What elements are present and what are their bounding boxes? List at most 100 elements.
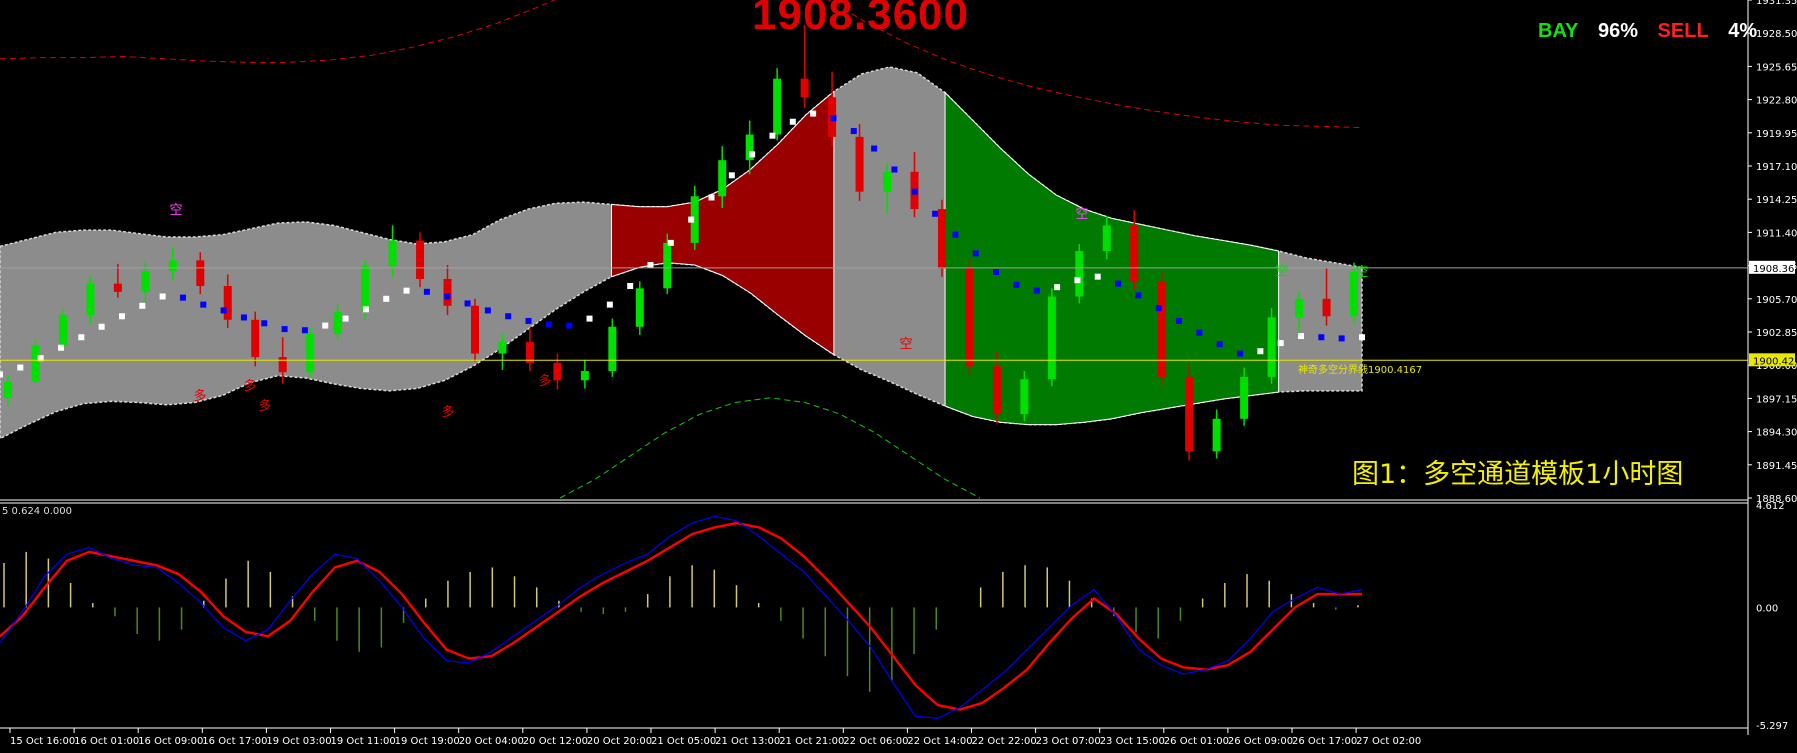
midline-point <box>972 250 979 257</box>
time-tick-label: 21 Oct 05:00 <box>651 736 716 747</box>
candle-body <box>278 357 287 373</box>
midline-point <box>464 300 471 307</box>
signal-marker: 多 <box>538 373 551 389</box>
midline-point <box>545 321 552 328</box>
signal-readout: BAY 96% SELL 4% <box>1538 20 1771 43</box>
candle-body <box>883 171 892 192</box>
midline-point <box>1135 292 1142 299</box>
midline-point <box>78 334 85 341</box>
divider-price-tag: 1900.42 <box>1753 356 1794 367</box>
time-tick-label: 19 Oct 11:00 <box>331 736 396 747</box>
candle-body <box>86 283 95 316</box>
midline-point <box>1318 334 1325 341</box>
time-tick-label: 26 Oct 09:00 <box>1228 736 1293 747</box>
candle-body <box>416 240 425 279</box>
midline-point <box>1298 333 1305 340</box>
midline-point <box>891 166 898 173</box>
midline-point <box>281 326 288 333</box>
current-price-tag: 1908.36 <box>1753 264 1794 275</box>
time-tick-label: 26 Oct 17:00 <box>1292 736 1357 747</box>
midline-point <box>362 306 369 313</box>
midline-point <box>932 210 939 217</box>
midline-point <box>952 231 959 238</box>
midline-point <box>1115 280 1122 287</box>
midline-point <box>240 314 247 321</box>
midline-point <box>444 293 451 300</box>
midline-point <box>1033 287 1040 294</box>
time-tick-label: 15 Oct 16:00 <box>10 736 75 747</box>
candle-body <box>1020 379 1029 415</box>
midline-point <box>57 344 64 351</box>
midline-point <box>139 302 146 309</box>
midline-point <box>0 371 3 378</box>
time-tick-label: 23 Oct 15:00 <box>1100 736 1165 747</box>
candle-body <box>1185 376 1194 452</box>
price-tick-label: 1902.85 <box>1756 328 1797 339</box>
midline-point <box>505 313 512 320</box>
current-price-display: 1908.3600 <box>752 0 969 39</box>
candle-body <box>223 285 232 320</box>
midline-point <box>98 323 105 330</box>
time-tick-label: 20 Oct 20:00 <box>587 736 652 747</box>
candle-body <box>965 268 974 367</box>
price-tick-label: 1914.25 <box>1756 195 1797 206</box>
candle-body <box>31 345 40 382</box>
price-chart[interactable]: 多多多 多多空空空空空 1931.351928.501925.651922.801… <box>0 0 1797 753</box>
candle-body <box>113 283 122 292</box>
chart-caption: 图1：多空通道模板1小时图 <box>1352 459 1684 490</box>
price-tick-label: 1925.65 <box>1756 62 1797 73</box>
midline-point <box>525 317 532 324</box>
midline-point <box>586 315 593 322</box>
time-tick-label: 19 Oct 03:00 <box>266 736 331 747</box>
candle-body <box>663 242 672 289</box>
oscillator-header: 5 0.624 0.000 <box>2 506 72 517</box>
candle-body <box>1322 298 1331 317</box>
time-tick-label: 16 Oct 09:00 <box>138 736 203 747</box>
midline-point <box>749 151 756 158</box>
candle-body <box>498 341 507 354</box>
time-tick-label: 19 Oct 19:00 <box>395 736 460 747</box>
candle-body <box>855 136 864 192</box>
time-tick-label: 16 Oct 17:00 <box>202 736 267 747</box>
time-tick-label: 22 Oct 22:00 <box>972 736 1037 747</box>
price-tick-label: 1894.30 <box>1756 428 1797 439</box>
price-tick-label: 1917.10 <box>1756 162 1797 173</box>
midline-point <box>1257 348 1264 355</box>
midline-point <box>1196 329 1203 336</box>
midline-point <box>627 282 634 289</box>
time-tick-label: 22 Oct 06:00 <box>843 736 908 747</box>
candle-body <box>1212 418 1221 452</box>
signal-marker: 空 <box>1355 265 1368 280</box>
midline-point <box>830 115 837 122</box>
midline-point <box>200 301 207 308</box>
signal-marker: 多 <box>243 378 256 394</box>
price-tick-label: 1931.35 <box>1756 0 1797 7</box>
candle-body <box>580 371 589 381</box>
oscillator-panel <box>0 515 1363 720</box>
midline-point <box>566 322 573 329</box>
midline-point <box>1237 350 1244 357</box>
candle-body <box>608 326 617 372</box>
midline-point <box>423 288 430 295</box>
midline-point <box>810 110 817 117</box>
midline-point <box>1277 340 1284 347</box>
candle-body <box>141 270 150 292</box>
price-tick-label: 1897.15 <box>1756 394 1797 405</box>
candle-body <box>1157 281 1166 377</box>
time-tick-label: 21 Oct 13:00 <box>715 736 780 747</box>
candle-body <box>58 315 67 346</box>
candle-body <box>937 209 946 269</box>
candle-body <box>553 362 562 381</box>
midline-point <box>769 132 776 139</box>
midline-point <box>17 364 24 371</box>
time-tick-label: 23 Oct 07:00 <box>1036 736 1101 747</box>
osc-tick-label: 4.612 <box>1756 501 1785 512</box>
candle-body <box>470 305 479 354</box>
sell-percent: 4% <box>1728 20 1758 42</box>
midline-point <box>606 301 613 308</box>
midline-point <box>688 216 695 223</box>
buy-percent: 96% <box>1597 20 1638 42</box>
candle-body <box>251 319 260 358</box>
candle-body <box>168 260 177 271</box>
midline-point <box>1359 334 1365 341</box>
